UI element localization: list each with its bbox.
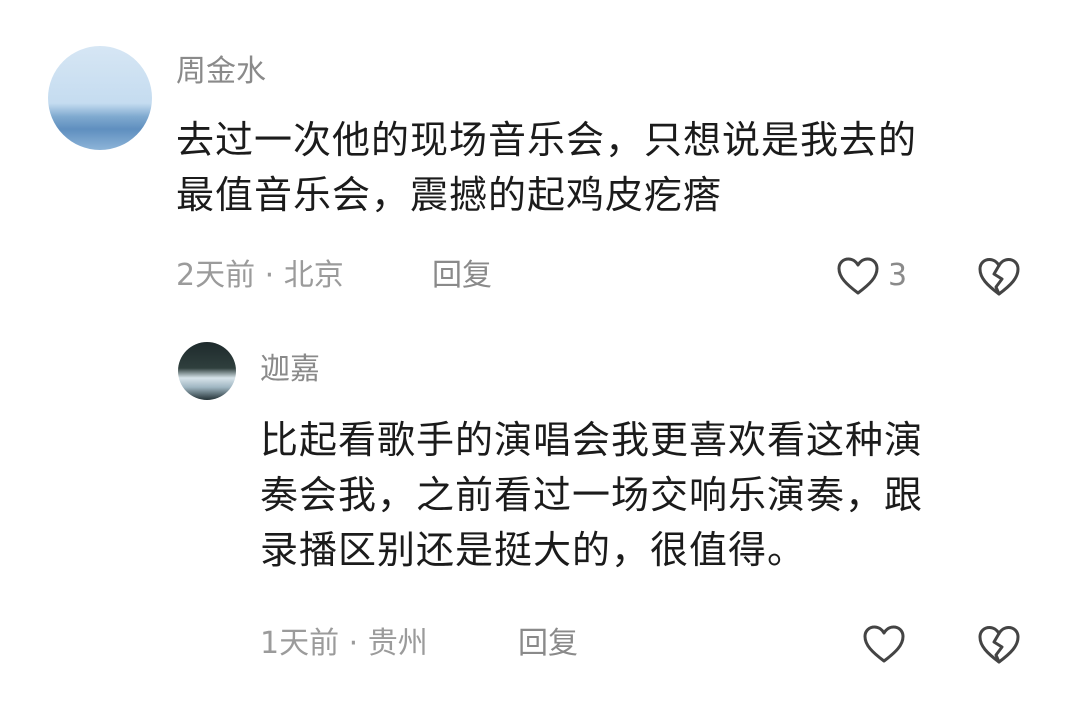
reply-content-line: 比起看歌手的演唱会我更喜欢看这种演 (260, 418, 924, 462)
heart-outline-icon[interactable] (862, 624, 906, 664)
broken-heart-icon[interactable] (976, 256, 1022, 298)
reply-content: 比起看歌手的演唱会我更喜欢看这种演 奏会我，之前看过一场交响乐演奏，跟 录播区别… (260, 413, 923, 578)
comment-content: 去过一次他的现场音乐会，只想说是我去的 最值音乐会，震撼的起鸡皮疙瘩 (176, 113, 917, 223)
comment-username[interactable]: 周金水 (176, 54, 266, 90)
like-count: 3 (888, 258, 908, 293)
comment-content-line: 去过一次他的现场音乐会，只想说是我去的 (176, 118, 918, 162)
reply-button[interactable]: 回复 (518, 626, 578, 662)
heart-outline-icon[interactable] (836, 256, 880, 296)
reply-content-line: 录播区别还是挺大的，很值得。 (260, 528, 807, 572)
reply-meta: 1天前 · 贵州 (260, 626, 428, 661)
avatar[interactable] (178, 342, 236, 400)
comment-content-line: 最值音乐会，震撼的起鸡皮疙瘩 (176, 173, 723, 217)
avatar[interactable] (48, 46, 152, 150)
comment-meta: 2天前 · 北京 (176, 258, 344, 293)
reply-content-line: 奏会我，之前看过一场交响乐演奏，跟 (260, 473, 924, 517)
reply-username[interactable]: 迦嘉 (260, 352, 320, 388)
broken-heart-icon[interactable] (976, 624, 1022, 666)
reply-button[interactable]: 回复 (432, 258, 492, 294)
